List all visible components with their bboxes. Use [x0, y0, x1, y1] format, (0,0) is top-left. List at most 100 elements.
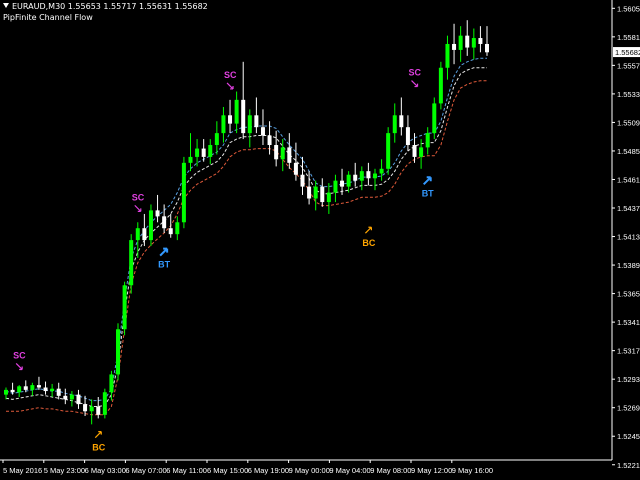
candle-body [366, 171, 371, 179]
x-tick-label: 6 May 19:00 [248, 466, 289, 475]
candle-body [465, 35, 470, 48]
candle-body [181, 162, 186, 223]
signal-label: SC [224, 70, 237, 80]
sell-arrow-icon [134, 204, 142, 212]
candle-body [247, 115, 252, 134]
candle-body [63, 395, 68, 400]
candle-body [162, 216, 167, 229]
buy-arrow-icon [364, 226, 372, 234]
candle-body [432, 103, 437, 134]
y-tick-label: 1.53650 [617, 290, 640, 299]
candle-body [17, 386, 22, 393]
x-tick-label: 9 May 00:00 [289, 466, 330, 475]
candle-body [69, 394, 74, 400]
sell-arrow-icon [15, 363, 23, 371]
y-tick-label: 1.54850 [617, 147, 640, 156]
candle-body [438, 67, 443, 104]
candle-body [122, 285, 127, 330]
candle-body [195, 148, 200, 157]
x-tick-label: 6 May 07:00 [125, 466, 166, 475]
channel-upper-line [5, 57, 487, 402]
signal-label: BT [158, 260, 170, 270]
candle-body [175, 222, 180, 235]
buy-arrow-icon [159, 247, 169, 257]
candle-body [96, 406, 101, 415]
candle-body [109, 374, 114, 393]
candle-body [280, 147, 285, 160]
signal-label: SC [409, 68, 422, 78]
signal-label: BT [422, 188, 434, 198]
candle-body [313, 186, 318, 199]
y-tick-label: 1.54130 [617, 233, 640, 242]
current-price-label: 1.55682 [615, 48, 640, 57]
x-tick-label: 6 May 11:00 [166, 466, 207, 475]
candle-body [201, 148, 206, 157]
candle-body [359, 171, 364, 181]
y-tick-label: 1.53410 [617, 318, 640, 327]
candle-body [10, 389, 15, 393]
x-tick-label: 9 May 16:00 [452, 466, 493, 475]
candle-body [340, 180, 345, 187]
candle-body [300, 174, 305, 187]
x-tick-label: 6 May 03:00 [85, 466, 126, 475]
x-tick-label: 9 May 12:00 [411, 466, 452, 475]
symbol-header: EURAUD,M30 1.55653 1.55717 1.55631 1.556… [3, 2, 208, 11]
y-tick-label: 1.55090 [617, 118, 640, 127]
candle-body [30, 385, 35, 390]
candle-body [274, 145, 279, 160]
signal-label: SC [13, 350, 26, 360]
buy-arrow-icon [422, 176, 432, 186]
candle-body [208, 145, 213, 157]
y-tick-label: 1.53170 [617, 347, 640, 356]
y-tick-label: 1.55810 [617, 33, 640, 42]
candle-body [471, 38, 476, 48]
y-tick-label: 1.52930 [617, 375, 640, 384]
channel-middle-line [5, 67, 487, 407]
symbol-quote: EURAUD,M30 1.55653 1.55717 1.55631 1.556… [12, 2, 208, 11]
candle-body [214, 133, 219, 146]
candle-body [188, 156, 193, 163]
signal-label: BC [362, 238, 375, 248]
candle-body [445, 43, 450, 68]
candle-body [379, 168, 384, 174]
y-tick-label: 1.54610 [617, 175, 640, 184]
candle-body [135, 228, 140, 241]
candle-body [346, 174, 351, 187]
x-tick-label: 5 May 23:00 [44, 466, 85, 475]
axes: 1.56050 1.55810 1.55570 1.55330 1.55090 1.548… [0, 0, 640, 475]
candle-body [129, 240, 134, 286]
price-chart[interactable]: SCBCSCBTSCBCSCBT 1.560501.558101.555701.… [0, 0, 640, 480]
candle-body [399, 115, 404, 128]
candle-body [234, 99, 239, 124]
candle-body [326, 192, 331, 203]
candle-body [254, 115, 259, 128]
y-tick-label: 1.52690 [617, 404, 640, 413]
candle-body [228, 115, 233, 124]
candle-body [307, 186, 312, 199]
candle-body [83, 404, 88, 412]
candle-body [392, 115, 397, 134]
candle-body [241, 99, 246, 134]
chart-window[interactable]: SCBCSCBTSCBCSCBT 1.560501.558101.555701.… [0, 0, 640, 480]
candle-body [478, 38, 483, 44]
candle-body [458, 35, 463, 50]
candle-body [386, 133, 391, 169]
y-tick-label: 1.53890 [617, 261, 640, 270]
collapse-triangle-icon[interactable] [3, 3, 9, 8]
candle-body [168, 228, 173, 235]
candle-body [142, 228, 147, 241]
candle-body [320, 186, 325, 203]
candle-body [56, 388, 61, 396]
y-tick-label: 1.56050 [617, 4, 640, 13]
candle-body [155, 210, 160, 217]
candle-body [412, 145, 417, 157]
candle-body [148, 210, 153, 241]
candle-body [221, 115, 226, 134]
candle-body [260, 127, 265, 136]
sell-arrow-icon [411, 80, 419, 88]
candlesticks [4, 20, 489, 425]
candle-body [116, 329, 121, 375]
candle-body [89, 406, 94, 412]
candle-body [425, 133, 430, 148]
y-tick-label: 1.54370 [617, 204, 640, 213]
